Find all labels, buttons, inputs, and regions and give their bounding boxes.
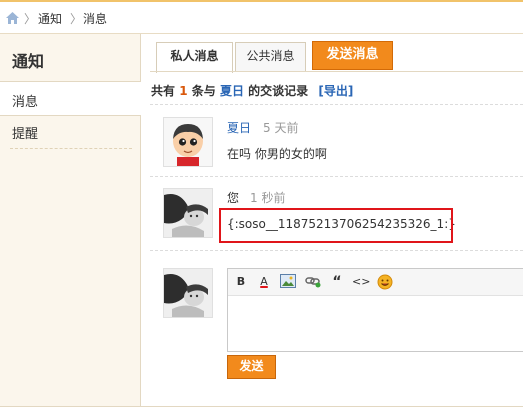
export-link[interactable]: [导出]: [318, 84, 353, 98]
message-author: 您: [227, 191, 240, 205]
portrait-photo-icon: [164, 189, 212, 237]
message-divider: [150, 176, 523, 177]
cartoon-boy-avatar[interactable]: [163, 117, 213, 167]
breadcrumb-item-messages[interactable]: 消息: [83, 10, 107, 27]
code-icon[interactable]: <>: [352, 274, 370, 290]
sidebar-item-reminders[interactable]: 提醒: [12, 123, 38, 142]
send-button[interactable]: 发送: [227, 355, 276, 379]
message-divider: [150, 250, 523, 251]
summary-divider: [150, 104, 523, 105]
tab-public-messages[interactable]: 公共消息: [235, 42, 306, 72]
sidebar-item-messages[interactable]: 消息: [0, 81, 141, 116]
message-author[interactable]: 夏日: [227, 119, 251, 136]
my-avatar[interactable]: [163, 268, 213, 318]
sidebar-divider: [10, 148, 132, 149]
sidebar-item-label: 消息: [12, 95, 39, 110]
breadcrumb: 〉 通知 〉 消息: [0, 2, 523, 32]
image-icon[interactable]: [280, 274, 296, 290]
summary-prefix: 共有: [151, 84, 176, 98]
tab-private-messages[interactable]: 私人消息: [156, 42, 233, 73]
sidebar: 通知 消息 提醒: [0, 34, 141, 406]
summary-suffix: 的交谈记录: [248, 84, 309, 98]
home-icon[interactable]: [6, 12, 19, 24]
summary-middle: 条与: [191, 84, 216, 98]
breadcrumb-separator: 〉: [70, 12, 83, 26]
summary-user-link[interactable]: 夏日: [220, 84, 244, 98]
message-time: 5 天前: [263, 121, 299, 135]
breadcrumb-item-notify[interactable]: 通知: [38, 10, 62, 27]
emoji-icon[interactable]: [377, 274, 393, 290]
cartoon-boy-icon: [164, 118, 212, 166]
send-message-button[interactable]: 发送消息: [312, 41, 393, 70]
summary-count: 1: [179, 84, 188, 98]
red-highlight-box: [219, 208, 453, 243]
font-color-icon[interactable]: A: [256, 274, 272, 290]
link-icon[interactable]: [305, 274, 321, 290]
breadcrumb-separator: 〉: [24, 12, 37, 26]
bottom-divider: [0, 406, 523, 407]
sidebar-title: 通知: [12, 52, 45, 71]
conversation-summary: 共有 1 条与 夏日 的交谈记录 [导出]: [151, 82, 353, 99]
editor-toolbar: B A “ <>: [228, 269, 523, 296]
portrait-photo-icon: [164, 269, 212, 317]
reply-editor[interactable]: B A “ <>: [227, 268, 523, 352]
message-text: 在吗 你男的女的啊: [227, 147, 327, 161]
bold-icon[interactable]: B: [233, 274, 249, 290]
message-time: 1 秒前: [250, 191, 286, 205]
photo-avatar[interactable]: [163, 188, 213, 238]
quote-icon[interactable]: “: [329, 274, 345, 290]
tabs-divider: [150, 71, 523, 72]
